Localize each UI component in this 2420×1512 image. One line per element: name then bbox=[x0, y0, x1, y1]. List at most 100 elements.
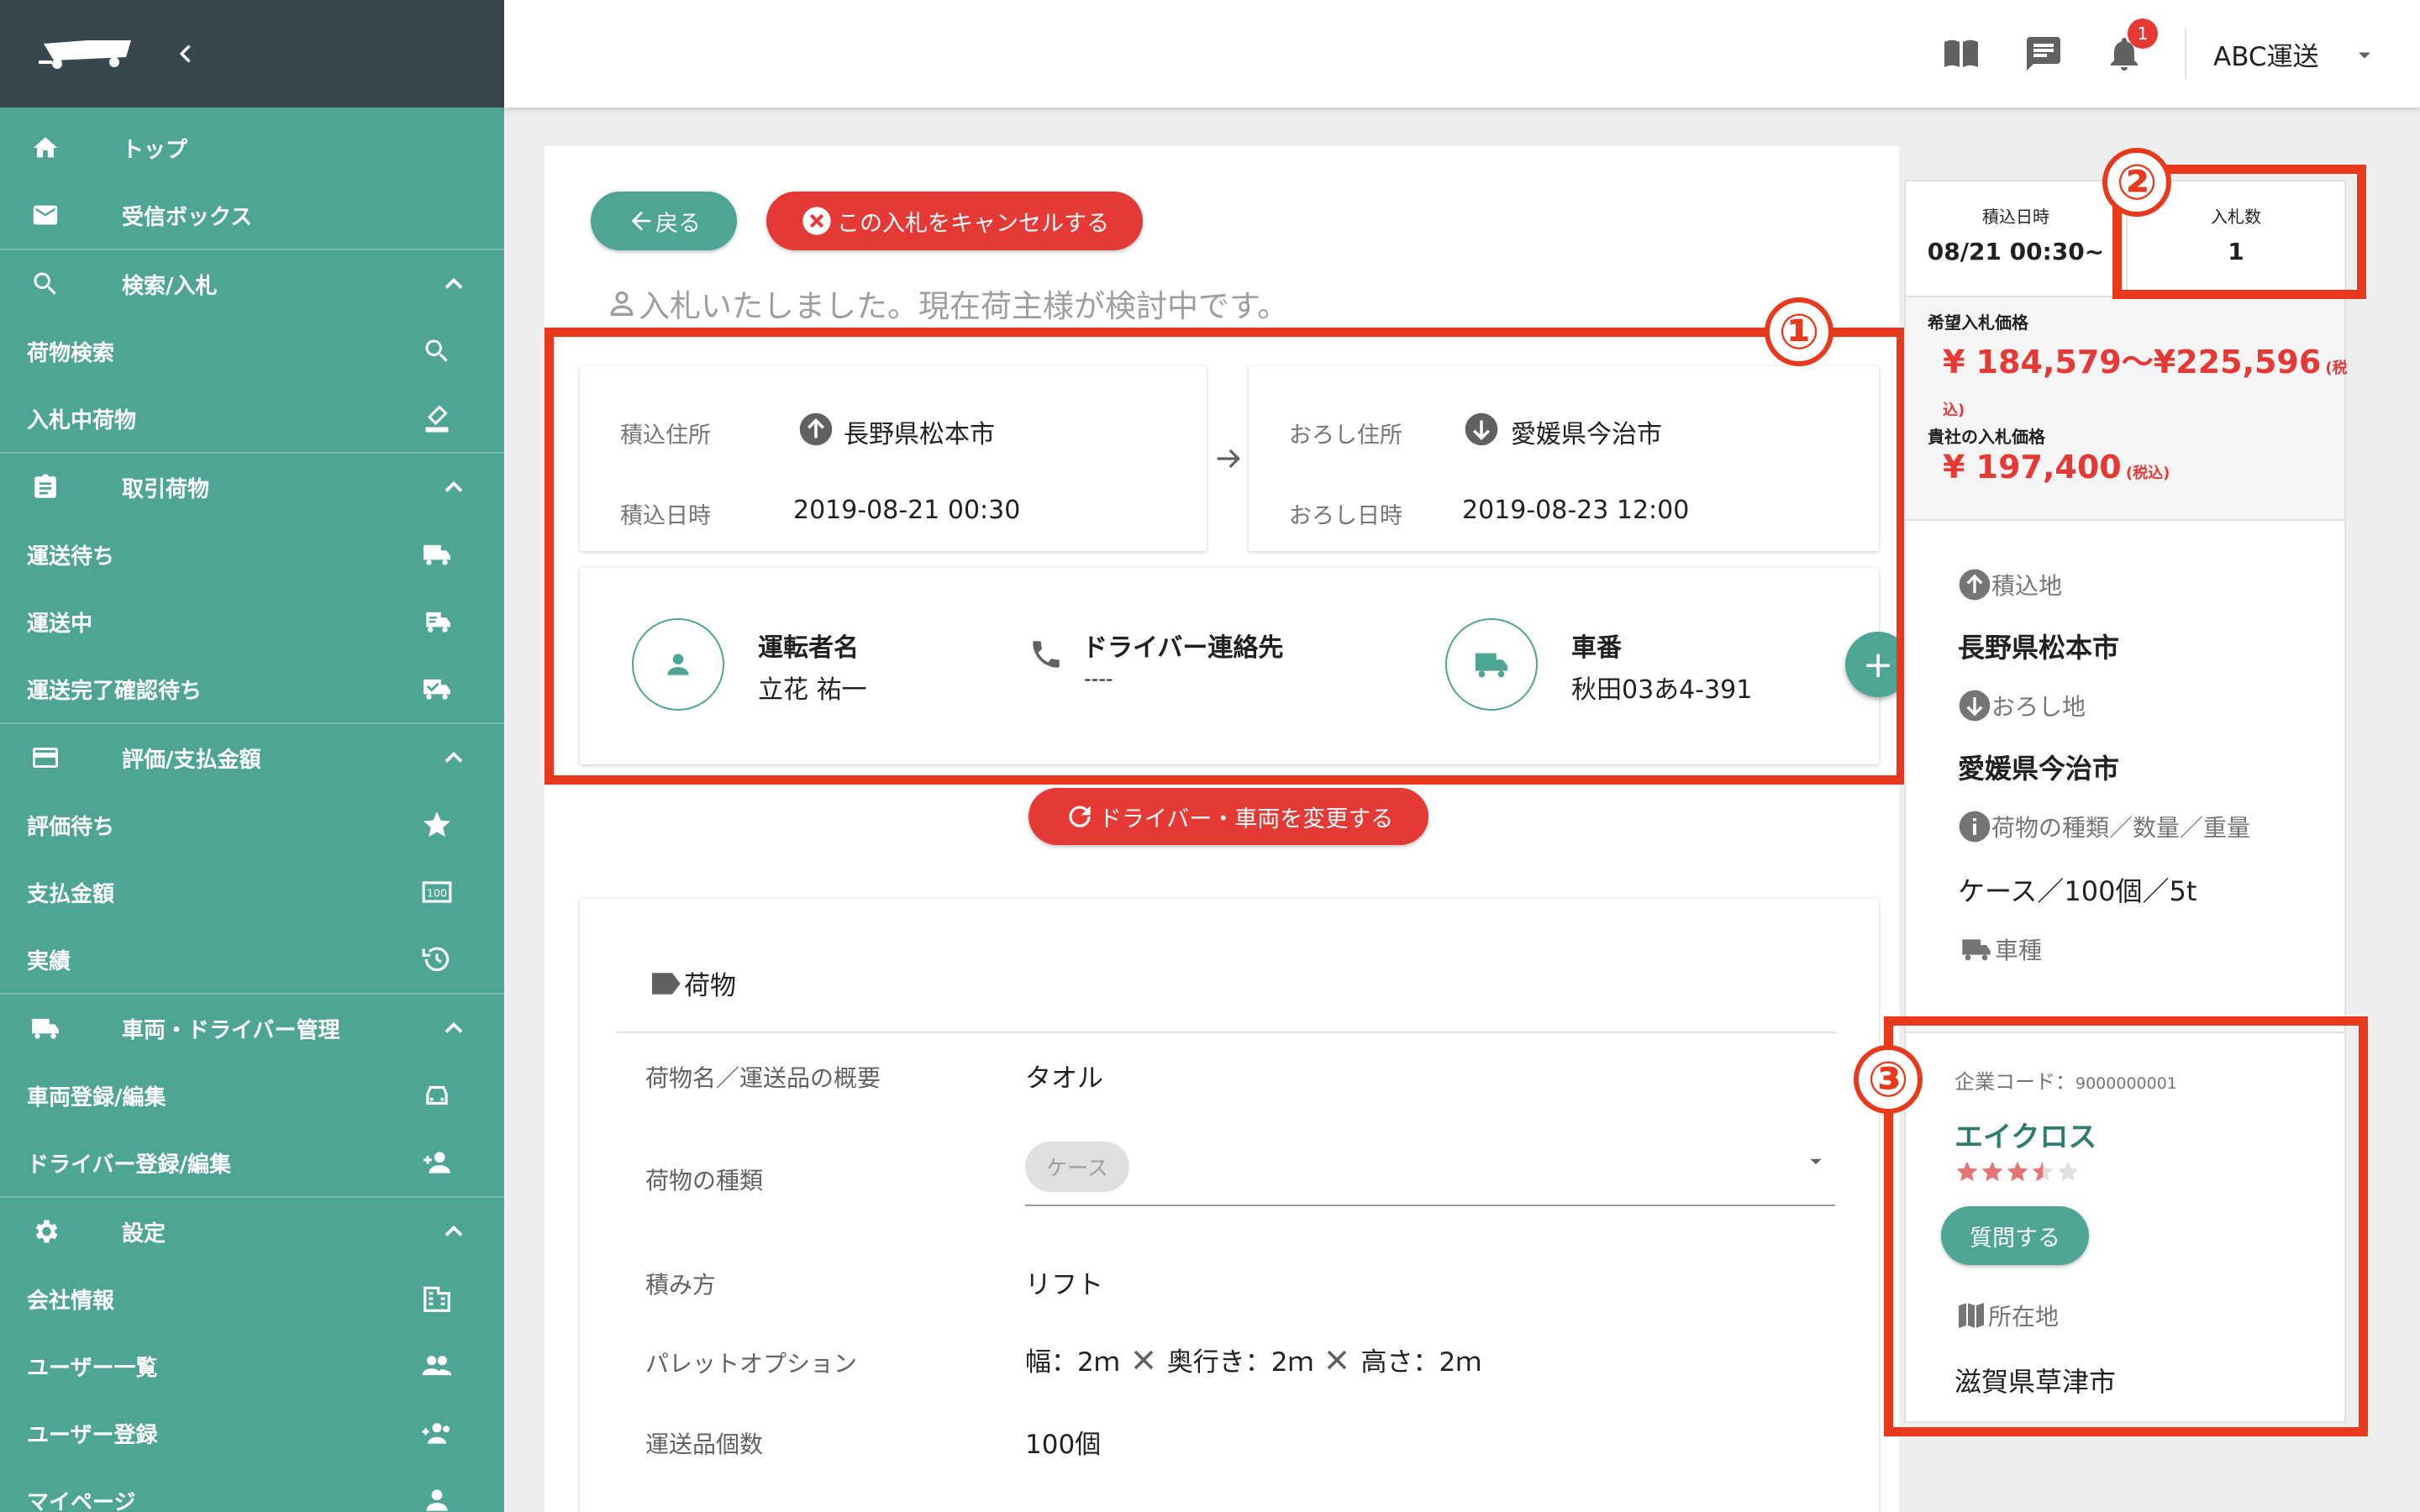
origin-value: 長野県松本市 bbox=[1958, 632, 2120, 664]
notification-badge: 1 bbox=[2128, 18, 2158, 49]
truck-icon bbox=[420, 538, 454, 571]
logo-icon[interactable] bbox=[37, 37, 136, 71]
home-icon bbox=[29, 131, 62, 165]
bid-status-text: 入札いたしました。現在荷主様が検討中です。 bbox=[639, 288, 1289, 324]
vehicle-label: 車種 bbox=[1995, 937, 2043, 964]
dest-label-row: おろし地 bbox=[1958, 689, 2086, 722]
cancel-bid-button[interactable]: この入札をキャンセルする bbox=[766, 192, 1143, 250]
chat-icon[interactable] bbox=[2023, 34, 2064, 74]
sidebar-item-company-info[interactable]: 会社情報 bbox=[0, 1265, 504, 1332]
back-button-label: 戻る bbox=[655, 210, 701, 237]
sidebar-item-label: 運送完了確認待ち bbox=[27, 678, 203, 704]
person-icon bbox=[420, 1483, 454, 1512]
pickup-time-cell: 積込日時 08/21 00:30~ bbox=[1906, 181, 2126, 296]
origin-label: 積込地 bbox=[1991, 572, 2063, 600]
sidebar-item-payment[interactable]: 支払金額 100 bbox=[0, 858, 504, 926]
sidebar-item-user-list[interactable]: ユーザー一覧 bbox=[0, 1332, 504, 1399]
sidebar-section-payments[interactable]: 評価/支払金額 bbox=[0, 724, 504, 791]
sidebar-item-label: 実績 bbox=[27, 948, 71, 974]
cargo-row-label: 荷物の種類 bbox=[645, 1167, 764, 1194]
book-icon[interactable] bbox=[1941, 34, 1981, 74]
sidebar-item-bidding[interactable]: 入札中荷物 bbox=[0, 385, 504, 452]
sidebar-section-search[interactable]: 検索/入札 bbox=[0, 250, 504, 318]
pickup-time-value: 08/21 00:30~ bbox=[1927, 238, 2105, 265]
sidebar-item-inbox[interactable]: 受信ボックス bbox=[0, 181, 504, 249]
search-icon bbox=[420, 334, 454, 368]
sidebar-item-label: 検索/入札 bbox=[122, 273, 218, 299]
truck-icon bbox=[29, 1011, 62, 1045]
cargo-type-label-row: 荷物の種類／数量／重量 bbox=[1958, 810, 2250, 843]
chevron-up-icon bbox=[445, 480, 463, 492]
sidebar: トップ 受信ボックス 検索/入札 荷物検索 入札中荷物 取引荷物 運送待ち 運送… bbox=[0, 0, 504, 1512]
dropdown-arrow-icon[interactable] bbox=[1805, 1151, 1827, 1173]
money-icon: 100 bbox=[420, 875, 454, 909]
sidebar-item-label: ユーザー登録 bbox=[27, 1422, 158, 1448]
sidebar-item-label: マイページ bbox=[27, 1489, 136, 1512]
sidebar-item-waiting-transport[interactable]: 運送待ち bbox=[0, 521, 504, 588]
person-outline-icon bbox=[610, 291, 634, 316]
cargo-type-value: ケース／100個／5t bbox=[1958, 875, 2197, 907]
sidebar-item-user-register[interactable]: ユーザー登録 bbox=[0, 1399, 504, 1467]
your-price: ¥ 197,400 (税込) bbox=[1943, 449, 2170, 486]
cargo-row-label: 運送品個数 bbox=[645, 1431, 764, 1458]
close-circle-icon bbox=[802, 207, 831, 235]
cargo-type-chip[interactable]: ケース bbox=[1025, 1142, 1129, 1192]
person-add-icon bbox=[420, 1146, 454, 1179]
cargo-section-title: 荷物 bbox=[649, 964, 736, 1002]
building-icon bbox=[420, 1282, 454, 1315]
change-driver-button[interactable]: ドライバー・車両を変更する bbox=[1028, 788, 1428, 845]
truck-fast-icon bbox=[420, 605, 454, 638]
sidebar-item-vehicle-register[interactable]: 車両登録/編集 bbox=[0, 1062, 504, 1129]
sidebar-item-history[interactable]: 実績 bbox=[0, 926, 504, 993]
cargo-row-value: リフト bbox=[1025, 1270, 1103, 1300]
sidebar-item-rating[interactable]: 評価待ち bbox=[0, 791, 504, 858]
cargo-row-value: 100個 bbox=[1025, 1430, 1102, 1460]
tag-icon bbox=[652, 972, 681, 995]
arrow-down-circle-icon bbox=[1959, 690, 1991, 722]
pallet-depth: 奥行き：2ｍ bbox=[1166, 1347, 1314, 1378]
group-add-icon bbox=[420, 1416, 454, 1450]
cargo-row-label: 積み方 bbox=[645, 1271, 717, 1299]
cargo-row-label: 荷物名／運送品の概要 bbox=[645, 1064, 881, 1092]
sidebar-item-label: 運送中 bbox=[27, 611, 93, 637]
sidebar-item-label: 運送待ち bbox=[27, 543, 115, 570]
car-icon bbox=[420, 1079, 454, 1112]
your-price-label: 貴社の入札価格 bbox=[1928, 427, 2045, 447]
sidebar-item-label: 会社情報 bbox=[27, 1288, 115, 1314]
gavel-icon bbox=[420, 402, 454, 435]
arrow-up-circle-icon bbox=[1959, 569, 1991, 601]
company-name[interactable]: ABC運送 bbox=[2213, 35, 2319, 73]
sidebar-section-vehicle[interactable]: 車両・ドライバー管理 bbox=[0, 995, 504, 1062]
sidebar-item-top[interactable]: トップ bbox=[0, 114, 504, 181]
sidebar-item-in-transit[interactable]: 運送中 bbox=[0, 588, 504, 655]
times-icon bbox=[1134, 1350, 1154, 1369]
your-price-value: ¥ 197,400 bbox=[1943, 449, 2122, 486]
desired-price-note-cont: 込) bbox=[1943, 402, 1965, 419]
arrow-left-icon bbox=[631, 211, 651, 231]
price-box: 希望入札価格 ¥ 184,579〜¥225,596 (税 込) 貴社の入札価格 … bbox=[1904, 297, 2348, 521]
annotation-mark-1: ① bbox=[1765, 297, 1833, 366]
cargo-type-select-underline bbox=[1025, 1205, 1835, 1206]
sidebar-item-mypage[interactable]: マイページ bbox=[0, 1467, 504, 1512]
truck-icon bbox=[1962, 939, 1991, 961]
annotation-mark-2: ② bbox=[2102, 148, 2171, 217]
sidebar-item-waiting-confirmation[interactable]: 運送完了確認待ち bbox=[0, 655, 504, 722]
sidebar-item-label: ユーザー一覧 bbox=[27, 1355, 158, 1381]
sidebar-section-settings[interactable]: 設定 bbox=[0, 1198, 504, 1265]
cargo-row-value: タオル bbox=[1025, 1063, 1103, 1094]
sidebar-item-label: 車両・ドライバー管理 bbox=[122, 1017, 340, 1043]
cargo-row-label: パレットオプション bbox=[645, 1350, 858, 1378]
caret-down-icon[interactable] bbox=[2353, 44, 2376, 67]
dest-value: 愛媛県今治市 bbox=[1958, 753, 2120, 785]
back-button[interactable]: 戻る bbox=[591, 192, 737, 250]
pallet-width: 幅：2ｍ bbox=[1025, 1347, 1120, 1378]
chevron-up-icon bbox=[445, 751, 463, 763]
sidebar-item-driver-register[interactable]: ドライバー登録/編集 bbox=[0, 1129, 504, 1196]
sidebar-section-transactions[interactable]: 取引荷物 bbox=[0, 454, 504, 521]
sidebar-item-cargo-search[interactable]: 荷物検索 bbox=[0, 318, 504, 385]
sidebar-item-label: 設定 bbox=[122, 1221, 166, 1247]
chevron-up-icon bbox=[445, 277, 463, 289]
sidebar-collapse-button[interactable] bbox=[170, 37, 203, 71]
search-icon bbox=[29, 267, 62, 301]
origin-label-row: 積込地 bbox=[1958, 568, 2062, 601]
